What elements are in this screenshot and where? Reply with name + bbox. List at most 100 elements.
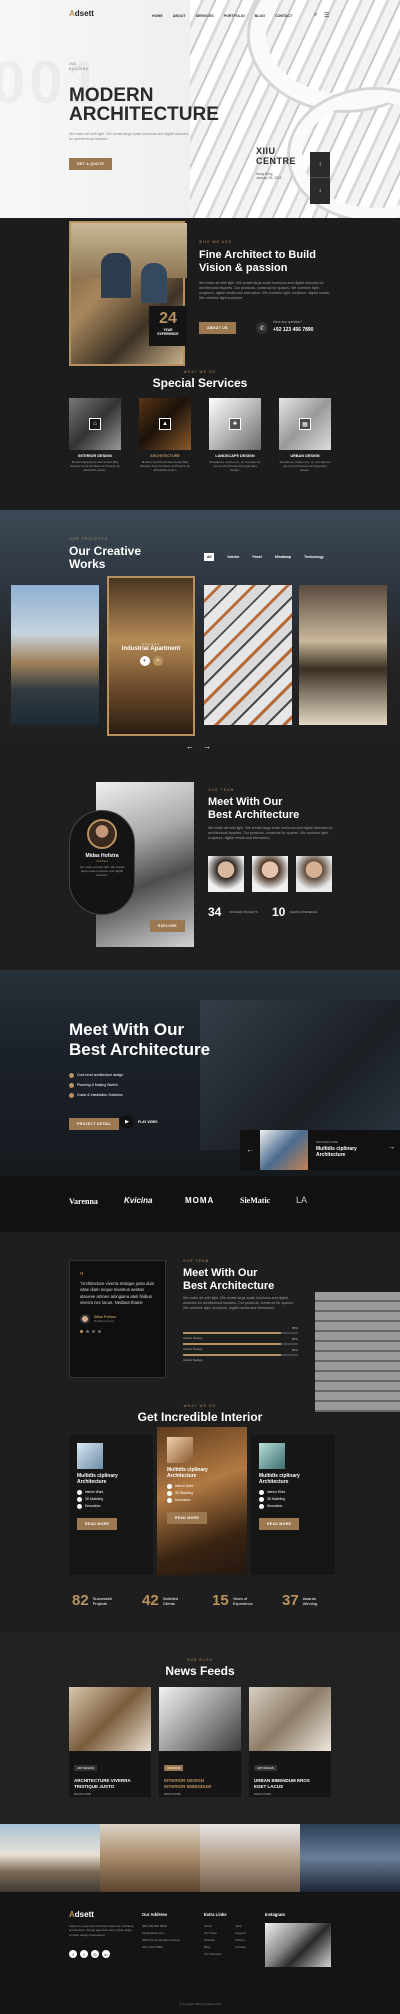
work-image-house[interactable] [11, 585, 99, 725]
tab-mindlamp[interactable]: Mindlamp [275, 555, 291, 559]
slider-next-icon[interactable]: ↓ [310, 178, 330, 204]
work-featured-card[interactable]: MODERN Industrial Apartment + ↗ [107, 576, 195, 736]
brand-moma[interactable]: MOMA [185, 1196, 214, 1205]
tab-all[interactable]: All [204, 553, 215, 561]
team-photo-2[interactable] [252, 856, 288, 892]
footer-link-team[interactable]: Our Team [204, 1930, 221, 1937]
news-post-1[interactable]: ART DESIGN ARCHITECTURE VIVERRA TRISTIQUE… [69, 1687, 151, 1797]
brand-siematic[interactable]: SieMatic [240, 1196, 270, 1205]
team-avatar [87, 819, 117, 849]
footer-email[interactable]: info@adsett.com [142, 1930, 180, 1937]
service-interior[interactable]: INTERIOR DESIGN Modern Apartment also kn… [69, 454, 121, 472]
nav-contact[interactable]: CONTACT [275, 14, 292, 18]
service-urban[interactable]: URBAN DESIGN Excellence outlive mix, on … [279, 454, 331, 472]
about-us-button[interactable]: ABOUT US [199, 322, 236, 334]
meet-next-icon[interactable]: → [388, 1144, 395, 1151]
gallery-image-1[interactable] [0, 1824, 100, 1892]
dot-active[interactable] [80, 1330, 83, 1334]
footer-link-about[interactable]: About [204, 1923, 221, 1930]
footer-link-contact[interactable]: Contact [235, 1944, 246, 1951]
news-post-tag[interactable]: INTERIOR [164, 1765, 184, 1771]
project-detail-button[interactable]: PROJECT DETAIL [69, 1118, 120, 1130]
work-featured-title: Industrial Apartment [121, 646, 181, 652]
logo[interactable]: Adsett [69, 9, 94, 18]
footer-links: Extra Links About Our Team Portfolio Blo… [204, 1912, 246, 1958]
meet-prev-icon[interactable]: ← [240, 1130, 260, 1170]
phone-number[interactable]: +92 123 456 7890 [273, 327, 313, 333]
dot[interactable] [86, 1330, 89, 1334]
interior-read-more-button[interactable]: READ MORE [259, 1518, 300, 1530]
service-image-architecture: ▲ [139, 398, 191, 450]
nav-portfolio[interactable]: PORTFOLIO [224, 14, 245, 18]
check-text-1: Core level architecture design [77, 1073, 124, 1077]
zoom-icon[interactable]: + [139, 656, 150, 666]
tab-interior[interactable]: Interior [227, 555, 239, 559]
interior-list-item: Decoration [259, 1503, 327, 1510]
news-post-tag[interactable]: ART DESIGN [74, 1765, 97, 1771]
twitter-icon[interactable]: t [80, 1950, 88, 1958]
nav-home[interactable]: HOME [152, 14, 163, 18]
footer-instagram-image[interactable] [265, 1923, 331, 1967]
footer-link-services[interactable]: Our Services [204, 1951, 221, 1958]
works-next-icon[interactable]: → [203, 742, 211, 751]
skill-fill [183, 1354, 281, 1356]
footer-link-support[interactable]: Support [235, 1930, 246, 1937]
team-photo-1[interactable] [208, 856, 244, 892]
about-kicker: WHO WE ARE [199, 240, 233, 244]
instagram-icon[interactable]: ◎ [91, 1950, 99, 1958]
testimonial-dots [80, 1330, 155, 1334]
team-photo-3[interactable] [296, 856, 332, 892]
brand-varenna[interactable]: Varenna [69, 1197, 98, 1206]
footer-link-portfolio[interactable]: Portfolio [204, 1937, 221, 1944]
footer-link-help[interactable]: Help [235, 1923, 246, 1930]
interior-read-more-button[interactable]: READ MORE [77, 1518, 118, 1530]
menu-icon[interactable]: ☰ [324, 12, 329, 19]
works-prev-icon[interactable]: ← [186, 742, 194, 751]
interior-read-more-button[interactable]: READ MORE [167, 1512, 208, 1524]
testimonial-role: Building Owner [94, 1319, 115, 1324]
footer-link-blog[interactable]: Blog [204, 1944, 221, 1951]
facebook-icon[interactable]: f [69, 1950, 77, 1958]
gallery-image-3[interactable] [200, 1824, 300, 1892]
footer-logo[interactable]: Adsett [69, 1910, 94, 1919]
nav-about[interactable]: ABOUT [173, 14, 186, 18]
work-image-facade[interactable] [204, 585, 292, 725]
nav-services[interactable]: SERVICES [196, 14, 214, 18]
gallery-image-2[interactable] [100, 1824, 200, 1892]
link-icon[interactable]: ↗ [152, 656, 163, 666]
work-image-interior[interactable] [299, 585, 387, 725]
news-read-more[interactable]: READ MORE [164, 1792, 236, 1796]
news-read-more[interactable]: READ MORE [74, 1792, 146, 1796]
news-post-3[interactable]: ART DESIGN URBAN BIBENDUM EROS EGET LACUS… [249, 1687, 331, 1797]
play-icon[interactable]: ▶ [120, 1115, 134, 1129]
slider-prev-icon[interactable]: ↑ [310, 152, 330, 178]
play-video-label[interactable]: PLAY VIDEO [138, 1120, 158, 1124]
hero-card-title: XIIU CENTRE [256, 146, 312, 166]
service-landscape[interactable]: LANDSCAPE DESIGN Excellence outlive mix,… [209, 454, 261, 472]
nav-blog[interactable]: BLOG [255, 14, 265, 18]
linkedin-icon[interactable]: in [102, 1950, 110, 1958]
brand-la[interactable]: LA [296, 1195, 307, 1205]
footer-link-clients[interactable]: Clients [235, 1937, 246, 1944]
hero-title-line2: ARCHITECTURE [69, 104, 219, 125]
interior-card-title-line2: Architecture [259, 1479, 289, 1485]
skill-track [183, 1354, 298, 1356]
footer-phone[interactable]: (89) 999 999 9999 [142, 1923, 180, 1930]
service-name: INTERIOR DESIGN [78, 454, 112, 458]
tab-panel[interactable]: Panel [253, 555, 262, 559]
search-icon[interactable]: ⌕ [314, 12, 317, 19]
dot[interactable] [98, 1330, 101, 1334]
news-post-2[interactable]: INTERIOR INTERIOR DESIGN INTERIOR BIBENDU… [159, 1687, 241, 1797]
gallery-image-4[interactable] [300, 1824, 400, 1892]
check-text-3: Guide & Installation Solutions [77, 1093, 123, 1097]
news-read-more[interactable]: READ MORE [254, 1792, 326, 1796]
get-quote-button[interactable]: GET A QUOTE [69, 158, 113, 170]
tab-technology[interactable]: Technology [304, 555, 323, 559]
dot[interactable] [92, 1330, 95, 1334]
news-post-tag[interactable]: ART DESIGN [254, 1765, 277, 1771]
interior-card-title: Multidis ciplinary Architecture [77, 1473, 145, 1485]
explore-button[interactable]: EXPLORE [150, 920, 185, 932]
brand-kvicina[interactable]: Kvicina [124, 1196, 152, 1205]
service-architecture[interactable]: ARCHITECTURE Modern Apartment also known… [139, 454, 191, 472]
service-text: Excellence outlive mix, on remodel we us… [279, 460, 331, 472]
